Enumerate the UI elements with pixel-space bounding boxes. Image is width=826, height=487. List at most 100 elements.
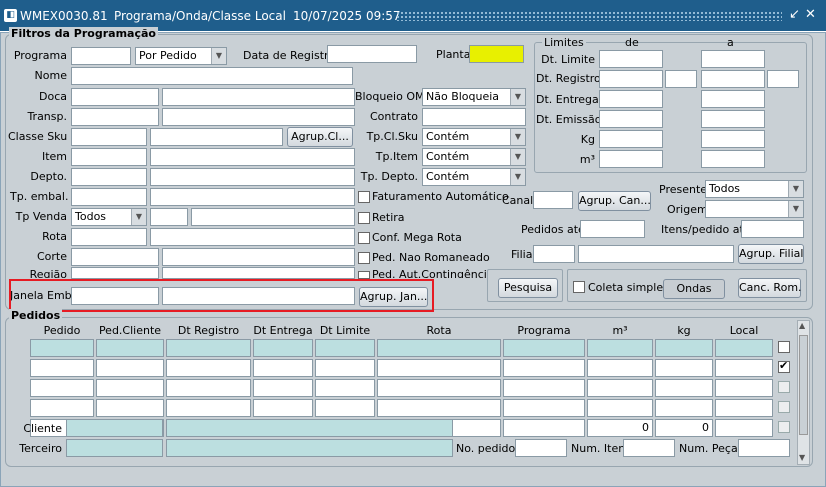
transp-desc-input[interactable]	[162, 108, 355, 126]
table-cell[interactable]	[587, 359, 653, 377]
table-cell[interactable]	[30, 359, 94, 377]
item-desc-input[interactable]	[150, 148, 355, 166]
tp-venda-desc-input[interactable]	[191, 208, 355, 226]
table-cell[interactable]	[587, 339, 653, 357]
ped-nao-romaneado-checkbox[interactable]	[358, 252, 370, 264]
m3-a-input[interactable]	[701, 150, 765, 168]
table-cell[interactable]	[96, 359, 164, 377]
agrup-canal-button[interactable]: Agrup. Can...	[578, 191, 651, 211]
dt-emissao-de-input[interactable]	[599, 110, 663, 128]
table-cell[interactable]	[377, 399, 501, 417]
table-cell[interactable]	[655, 339, 713, 357]
table-cell[interactable]	[655, 359, 713, 377]
tp-embal-desc-input[interactable]	[150, 188, 355, 206]
ondas-button[interactable]: Ondas	[663, 279, 725, 299]
filial-code-input[interactable]	[533, 245, 575, 263]
planta-input[interactable]	[469, 45, 524, 63]
table-cell[interactable]	[715, 419, 773, 437]
bloqueio-om-select[interactable]: Não Bloqueia ▼	[422, 88, 526, 106]
table-cell[interactable]	[377, 339, 501, 357]
table-cell[interactable]	[655, 379, 713, 397]
agrup-classe-button[interactable]: Agrup.Cl...	[287, 127, 353, 147]
table-cell[interactable]	[377, 359, 501, 377]
regiao-desc-input[interactable]	[162, 267, 355, 279]
depto-desc-input[interactable]	[150, 168, 355, 186]
dt-entrega-a-input[interactable]	[701, 90, 765, 108]
table-cell[interactable]	[315, 399, 375, 417]
table-cell[interactable]	[96, 379, 164, 397]
table-cell[interactable]	[315, 359, 375, 377]
conf-mega-rota-checkbox[interactable]	[358, 232, 370, 244]
table-cell[interactable]	[315, 379, 375, 397]
table-cell[interactable]	[503, 379, 585, 397]
dt-entrega-de-input[interactable]	[599, 90, 663, 108]
m3-de-input[interactable]	[599, 150, 663, 168]
classe-sku-desc-input[interactable]	[150, 128, 283, 146]
dt-registro-a-input[interactable]	[701, 70, 765, 88]
tp-item-select[interactable]: Contém ▼	[422, 148, 526, 166]
dt-registro-de-input[interactable]	[599, 70, 663, 88]
table-cell[interactable]	[166, 359, 251, 377]
itens-pedido-ate-input[interactable]	[741, 220, 804, 238]
data-registro-input[interactable]	[327, 45, 417, 63]
row-select-checkbox[interactable]	[778, 401, 790, 413]
tp-depto-select[interactable]: Contém ▼	[422, 168, 526, 186]
contrato-input[interactable]	[422, 108, 526, 126]
dt-registro-de-time-input[interactable]	[665, 70, 697, 88]
programa-type-select[interactable]: Por Pedido ▼	[135, 47, 227, 65]
tp-venda-select[interactable]: Todos ▼	[71, 208, 147, 226]
scrollbar-thumb[interactable]	[799, 335, 808, 435]
table-cell[interactable]	[30, 379, 94, 397]
row-select-checkbox[interactable]	[778, 421, 790, 433]
canc-rom-button[interactable]: Canc. Rom.	[738, 278, 802, 298]
coleta-simples-checkbox[interactable]	[573, 281, 585, 293]
tp-cl-sku-select[interactable]: Contém ▼	[422, 128, 526, 146]
table-cell[interactable]	[30, 339, 94, 357]
table-cell[interactable]	[503, 399, 585, 417]
table-cell[interactable]	[253, 339, 313, 357]
retira-checkbox[interactable]	[358, 212, 370, 224]
origem-select[interactable]: ▼	[705, 200, 804, 218]
doca-code-input[interactable]	[71, 88, 159, 106]
table-cell[interactable]	[715, 339, 773, 357]
filial-desc-input[interactable]	[578, 245, 734, 263]
pedidos-scrollbar[interactable]: ▲ ▼	[797, 320, 810, 465]
table-cell[interactable]	[96, 339, 164, 357]
rota-desc-input[interactable]	[150, 228, 355, 246]
close-icon[interactable]: ✕	[805, 8, 816, 22]
depto-code-input[interactable]	[71, 168, 147, 186]
dt-registro-a-time-input[interactable]	[767, 70, 799, 88]
table-cell[interactable]	[30, 399, 94, 417]
programa-input[interactable]	[71, 47, 131, 65]
kg-a-input[interactable]	[701, 130, 765, 148]
table-cell[interactable]	[166, 399, 251, 417]
dt-limite-a-input[interactable]	[701, 50, 765, 68]
regiao-code-input[interactable]	[71, 267, 159, 279]
tp-embal-code-input[interactable]	[71, 188, 147, 206]
canal-input[interactable]	[533, 191, 573, 209]
table-cell[interactable]	[253, 399, 313, 417]
scroll-up-icon[interactable]: ▲	[799, 321, 805, 330]
table-cell[interactable]	[377, 379, 501, 397]
item-code-input[interactable]	[71, 148, 147, 166]
nome-input[interactable]	[71, 67, 353, 85]
table-cell[interactable]	[503, 339, 585, 357]
faturamento-checkbox[interactable]	[358, 191, 370, 203]
pesquisa-button[interactable]: Pesquisa	[498, 278, 558, 298]
table-cell[interactable]	[166, 379, 251, 397]
row-select-checkbox[interactable]	[778, 359, 790, 373]
minimize-icon[interactable]: ↙	[789, 8, 800, 22]
row-select-checkbox[interactable]	[778, 381, 790, 393]
transp-code-input[interactable]	[71, 108, 159, 126]
table-cell[interactable]	[166, 339, 251, 357]
scroll-down-icon[interactable]: ▼	[799, 453, 805, 462]
classe-sku-code-input[interactable]	[71, 128, 147, 146]
dt-emissao-a-input[interactable]	[701, 110, 765, 128]
corte-desc-input[interactable]	[162, 248, 355, 266]
table-cell[interactable]	[503, 419, 585, 437]
presente-select[interactable]: Todos ▼	[705, 180, 804, 198]
kg-de-input[interactable]	[599, 130, 663, 148]
table-cell[interactable]	[96, 399, 164, 417]
agrup-filial-button[interactable]: Agrup. Filial	[738, 244, 804, 264]
table-cell[interactable]	[655, 399, 713, 417]
